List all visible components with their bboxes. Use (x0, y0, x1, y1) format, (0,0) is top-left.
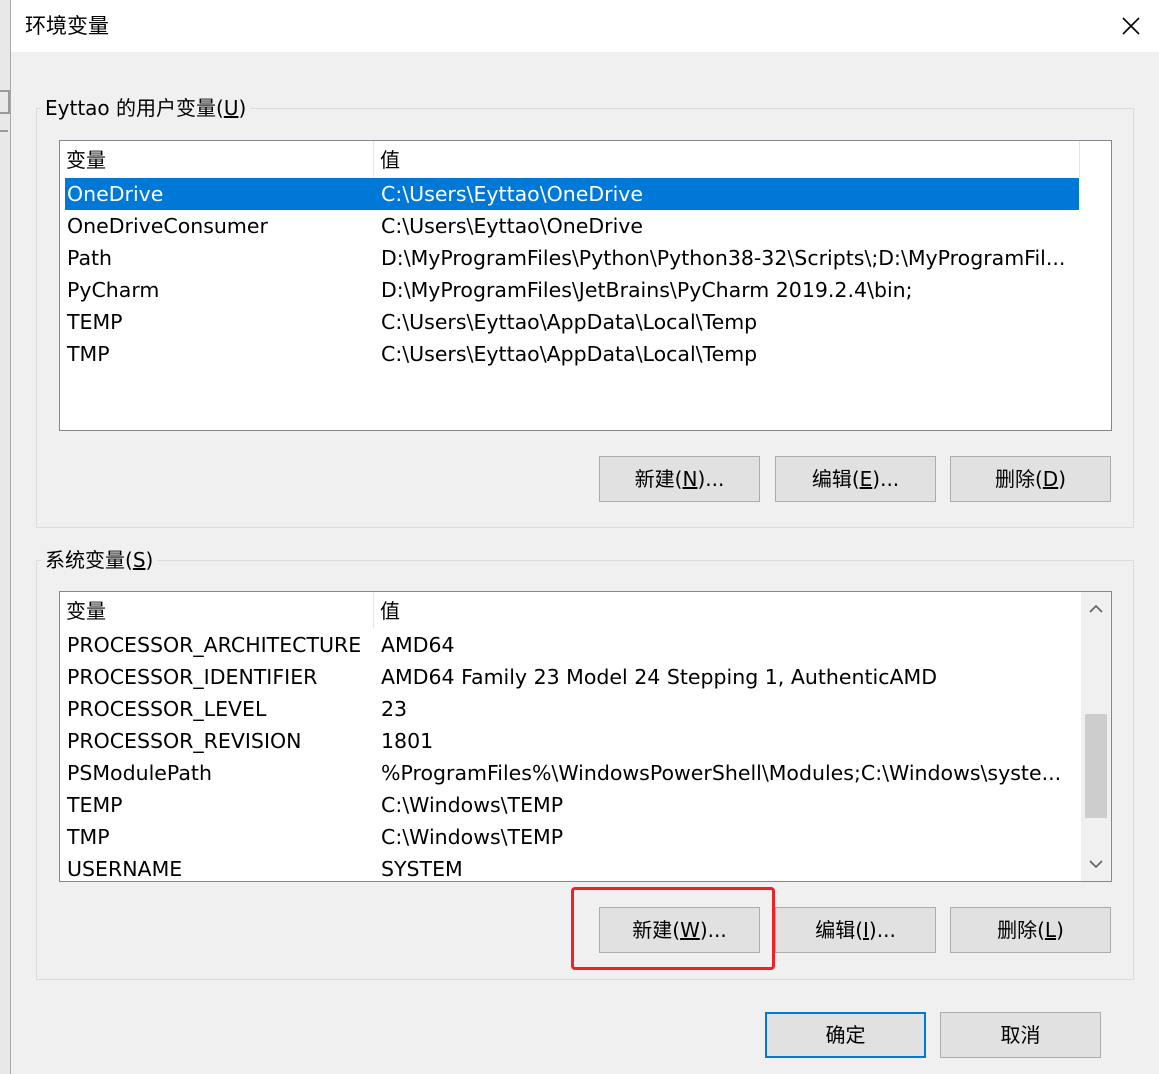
user-new-button[interactable]: 新建(N)... (599, 456, 760, 502)
variable-value: C:\Users\Eyttao\OneDrive (381, 182, 644, 206)
list-item[interactable]: OneDrive C:\Users\Eyttao\OneDrive (65, 178, 1079, 210)
variable-value: C:\Windows\TEMP (381, 825, 564, 849)
variable-value: AMD64 (381, 633, 455, 657)
list-item[interactable]: PROCESSOR_LEVEL 23 (65, 693, 1075, 725)
variable-name: Path (67, 246, 113, 270)
variable-value: D:\MyProgramFiles\JetBrains\PyCharm 2019… (381, 278, 913, 302)
title-bar: 环境变量 (11, 0, 1159, 52)
list-item[interactable]: OneDriveConsumer C:\Users\Eyttao\OneDrive (65, 210, 1079, 242)
variable-name: TEMP (67, 793, 123, 817)
close-icon (1122, 17, 1140, 35)
variable-name: PyCharm (67, 278, 160, 302)
user-edit-button[interactable]: 编辑(E)... (775, 456, 936, 502)
chevron-down-icon (1089, 860, 1103, 869)
variable-name: USERNAME (67, 857, 183, 881)
variable-name: TEMP (67, 310, 123, 334)
variable-name: OneDrive (67, 182, 164, 206)
list-header: 变量 值 (60, 141, 1111, 177)
column-separator (1079, 141, 1080, 177)
variable-name: TMP (67, 342, 110, 366)
variable-value: %ProgramFiles%\WindowsPowerShell\Modules… (381, 761, 1062, 785)
list-item[interactable]: TEMP C:\Windows\TEMP (65, 789, 1075, 821)
system-edit-button[interactable]: 编辑(I)... (775, 907, 936, 953)
cancel-button[interactable]: 取消 (940, 1012, 1101, 1058)
list-item[interactable]: TEMP C:\Users\Eyttao\AppData\Local\Temp (65, 306, 1079, 338)
background-fragment (0, 90, 10, 114)
variable-value: C:\Users\Eyttao\OneDrive (381, 214, 644, 238)
variable-value: C:\Users\Eyttao\AppData\Local\Temp (381, 310, 758, 334)
list-item[interactable]: PSModulePath %ProgramFiles%\WindowsPowerS… (65, 757, 1075, 789)
ok-button[interactable]: 确定 (765, 1012, 926, 1058)
variable-value: D:\MyProgramFiles\Python\Python38-32\Scr… (381, 246, 1066, 270)
variable-name: OneDriveConsumer (67, 214, 268, 238)
variable-value: SYSTEM (381, 857, 463, 881)
variable-name: PROCESSOR_LEVEL (67, 697, 267, 721)
column-header-variable[interactable]: 变量 (60, 592, 373, 628)
background-fragment (0, 130, 8, 146)
variable-value: 1801 (381, 729, 434, 753)
list-item[interactable]: USERNAME SYSTEM (65, 853, 1075, 881)
variable-value: 23 (381, 697, 408, 721)
vertical-scrollbar[interactable] (1081, 592, 1111, 881)
column-header-value[interactable]: 值 (374, 141, 1079, 177)
variable-name: TMP (67, 825, 110, 849)
user-delete-button[interactable]: 删除(D) (950, 456, 1111, 502)
user-variables-list[interactable]: 变量 值 OneDrive C:\Users\Eyttao\OneDrive One… (59, 140, 1112, 431)
list-item[interactable]: TMP C:\Users\Eyttao\AppData\Local\Temp (65, 338, 1079, 370)
close-button[interactable] (1102, 0, 1159, 52)
list-item[interactable]: PyCharm D:\MyProgramFiles\JetBrains\PyCha… (65, 274, 1079, 306)
system-variables-list[interactable]: 变量 值 PROCESSOR_ARCHITECTURE AMD64 PROCESSO… (59, 591, 1112, 882)
list-item[interactable]: TMP C:\Windows\TEMP (65, 821, 1075, 853)
variable-name: PROCESSOR_REVISION (67, 729, 302, 753)
scroll-up-button[interactable] (1081, 592, 1111, 626)
scroll-thumb[interactable] (1085, 714, 1107, 818)
user-variables-label: Eyttao 的用户变量(U) (41, 95, 251, 121)
system-delete-button[interactable]: 删除(L) (950, 907, 1111, 953)
variable-value: C:\Windows\TEMP (381, 793, 564, 817)
scroll-down-button[interactable] (1081, 847, 1111, 881)
annotation-highlight-box (571, 887, 775, 970)
variable-value: C:\Users\Eyttao\AppData\Local\Temp (381, 342, 758, 366)
variable-value: AMD64 Family 23 Model 24 Stepping 1, Aut… (381, 665, 937, 689)
column-header-variable[interactable]: 变量 (60, 141, 373, 177)
chevron-up-icon (1089, 604, 1103, 613)
variable-name: PROCESSOR_IDENTIFIER (67, 665, 318, 689)
list-item[interactable]: PROCESSOR_ARCHITECTURE AMD64 (65, 629, 1075, 661)
list-item[interactable]: Path D:\MyProgramFiles\Python\Python38-32… (65, 242, 1079, 274)
list-item[interactable]: PROCESSOR_REVISION 1801 (65, 725, 1075, 757)
system-variables-label: 系统变量(S) (41, 547, 158, 573)
list-header: 变量 值 (60, 592, 1111, 628)
variable-name: PROCESSOR_ARCHITECTURE (67, 633, 362, 657)
column-header-value[interactable]: 值 (374, 592, 1079, 628)
list-item[interactable]: PROCESSOR_IDENTIFIER AMD64 Family 23 Mode… (65, 661, 1075, 693)
environment-variables-dialog: 环境变量 Eyttao 的用户变量(U) 变量 值 OneDrive C:\Use… (10, 0, 1159, 1074)
window-title: 环境变量 (25, 14, 109, 38)
variable-name: PSModulePath (67, 761, 212, 785)
